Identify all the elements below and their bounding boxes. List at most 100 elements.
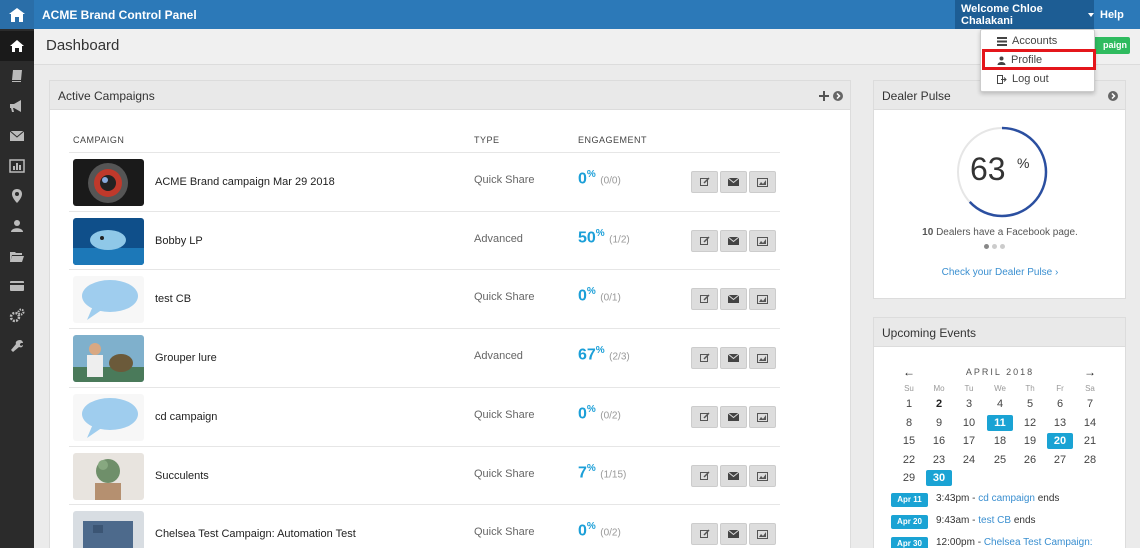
envelope-icon [728,295,739,303]
email-button[interactable] [720,230,747,252]
sidebar-item-locations[interactable] [0,181,34,211]
calendar-day[interactable]: 5 [1017,396,1043,412]
calendar-day[interactable]: 12 [1017,415,1043,431]
campaign-name[interactable]: Bobby LP [155,235,203,247]
table-row[interactable]: test CB Quick Share 0% (0/1) [69,269,780,327]
campaign-name[interactable]: Chelsea Test Campaign: Automation Test [155,528,356,540]
calendar-day[interactable]: 17 [956,433,982,449]
campaign-name[interactable]: cd campaign [155,411,217,423]
dropdown-item-logout[interactable]: Log out [981,70,1094,88]
report-button[interactable] [749,288,776,310]
calendar-day[interactable]: 7 [1077,396,1103,412]
email-button[interactable] [720,288,747,310]
edit-button[interactable] [691,406,718,428]
report-button[interactable] [749,523,776,545]
edit-button[interactable] [691,523,718,545]
calendar-day[interactable]: 15 [896,433,922,449]
sidebar-item-users[interactable] [0,211,34,241]
event-link[interactable]: Chelsea Test Campaign: [984,537,1093,548]
sidebar-item-home[interactable] [0,31,34,61]
carousel-dot[interactable] [1000,244,1005,249]
report-button[interactable] [749,171,776,193]
sidebar-item-tools[interactable] [0,331,34,361]
table-row[interactable]: Grouper lure Advanced 67% (2/3) [69,328,780,386]
edit-button[interactable] [691,465,718,487]
email-button[interactable] [720,465,747,487]
calendar-day[interactable]: 24 [956,452,982,468]
report-button[interactable] [749,465,776,487]
calendar-day[interactable]: 1 [896,396,922,412]
calendar-day[interactable]: 30 [926,470,952,486]
calendar-day[interactable]: 26 [1017,452,1043,468]
calendar-day[interactable]: 29 [896,470,922,486]
panel-title: Dealer Pulse [882,89,951,103]
report-button[interactable] [749,406,776,428]
carousel-dot[interactable] [984,244,989,249]
sidebar-item-files[interactable] [0,241,34,271]
calendar-day[interactable]: 2 [926,396,952,412]
calendar-day[interactable]: 16 [926,433,952,449]
user-menu-toggle[interactable]: Welcome Chloe Chalakani [955,0,1094,29]
calendar-day[interactable]: 8 [896,415,922,431]
carousel-dot[interactable] [992,244,997,249]
calendar-day[interactable]: 11 [987,414,1013,431]
edit-button[interactable] [691,288,718,310]
chevron-circle-right-icon[interactable] [1108,91,1118,101]
edit-button[interactable] [691,171,718,193]
email-button[interactable] [720,171,747,193]
area-chart-icon [757,353,768,363]
home-logo[interactable] [0,0,34,29]
email-button[interactable] [720,406,747,428]
sidebar-item-campaigns[interactable] [0,91,34,121]
table-row[interactable]: Bobby LP Advanced 50% (1/2) [69,211,780,269]
edit-button[interactable] [691,230,718,252]
calendar-day[interactable]: 6 [1047,396,1073,412]
dealer-pulse-link[interactable]: Check your Dealer Pulse › [875,267,1125,278]
table-row[interactable]: Chelsea Test Campaign: Automation Test Q… [69,504,780,548]
calendar-day[interactable]: 22 [896,452,922,468]
report-button[interactable] [749,230,776,252]
dropdown-item-accounts[interactable]: Accounts [981,32,1094,50]
area-chart-icon [757,412,768,422]
sidebar-item-messages[interactable] [0,121,34,151]
plus-icon[interactable] [819,91,829,101]
calendar-day[interactable]: 10 [956,415,982,431]
arrow-right-icon[interactable]: → [1084,365,1096,379]
calendar-dow-label: Tu [964,384,974,393]
calendar-day[interactable]: 13 [1047,415,1073,431]
calendar-day[interactable]: 19 [1017,433,1043,449]
calendar-day[interactable]: 9 [926,415,952,431]
calendar-day[interactable]: 21 [1077,433,1103,449]
table-row[interactable]: cd campaign Quick Share 0% (0/2) [69,387,780,445]
campaign-name[interactable]: Grouper lure [155,352,217,364]
chevron-circle-right-icon[interactable] [833,91,843,101]
calendar-day[interactable]: 27 [1047,452,1073,468]
campaign-name[interactable]: ACME Brand campaign Mar 29 2018 [155,176,335,188]
calendar-day[interactable]: 3 [956,396,982,412]
table-row[interactable]: Succulents Quick Share 7% (1/15) [69,446,780,504]
calendar-day[interactable]: 18 [987,433,1013,449]
sidebar-item-billing[interactable] [0,271,34,301]
calendar-day[interactable]: 28 [1077,452,1103,468]
calendar-day[interactable]: 4 [987,396,1013,412]
sidebar-item-settings[interactable] [0,301,34,331]
edit-button[interactable] [691,347,718,369]
calendar-day[interactable]: 14 [1077,415,1103,431]
report-button[interactable] [749,347,776,369]
table-row[interactable]: ACME Brand campaign Mar 29 2018 Quick Sh… [69,152,780,210]
sidebar-item-library[interactable] [0,61,34,91]
upcoming-events-header: Upcoming Events [874,318,1125,347]
campaign-name[interactable]: Succulents [155,470,209,482]
calendar-dow-label: Mo [933,384,945,393]
calendar-day[interactable]: 20 [1047,433,1073,449]
sidebar-item-reports[interactable] [0,151,34,181]
event-link[interactable]: test CB [978,515,1011,526]
help-link[interactable]: Help [1100,9,1124,21]
email-button[interactable] [720,347,747,369]
event-link[interactable]: cd campaign [978,493,1035,504]
pulse-carousel-dots[interactable] [984,244,1005,249]
calendar-day[interactable]: 23 [926,452,952,468]
campaign-name[interactable]: test CB [155,293,191,305]
email-button[interactable] [720,523,747,545]
calendar-day[interactable]: 25 [987,452,1013,468]
